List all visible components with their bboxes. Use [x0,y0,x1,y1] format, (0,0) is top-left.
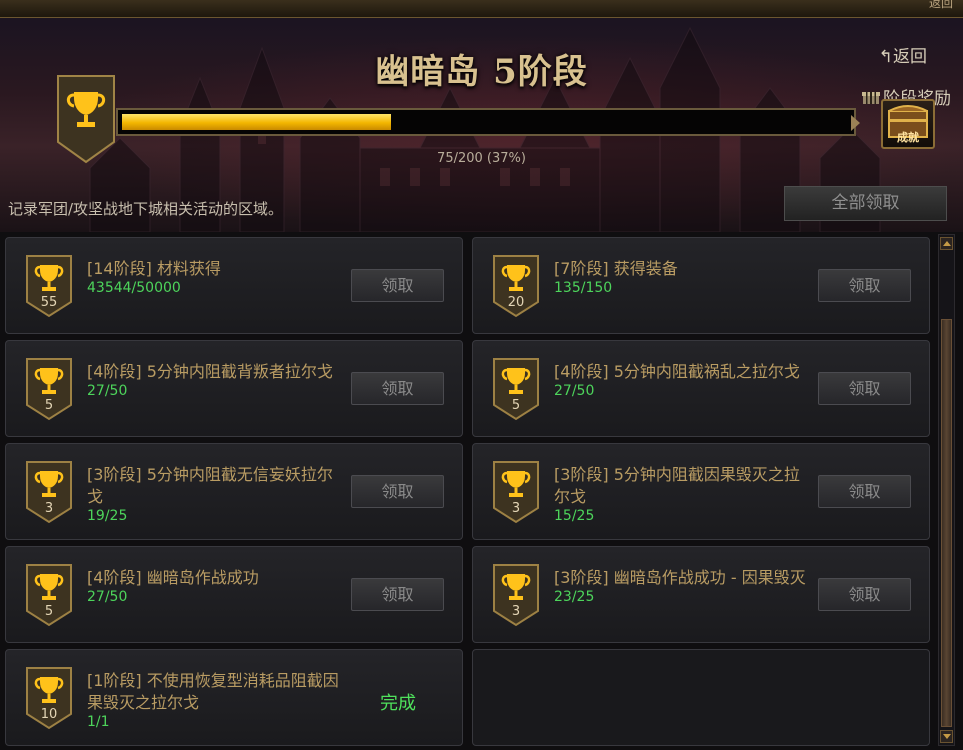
trophy-badge: 5 [492,357,540,421]
achievement-progress: 43544/50000 [87,280,181,296]
achievement-card: 55 [14阶段] 材料获得 43544/50000 领取 [5,237,463,334]
achievement-progress: 1/1 [87,714,110,730]
achievement-name: [4阶段] 幽暗岛作战成功 [87,568,259,587]
achievement-name: [4阶段] 5分钟内阻截背叛者拉尔戈 [87,362,333,381]
claim-button[interactable]: 领取 [351,475,444,508]
achievement-card: 5 [4阶段] 5分钟内阻截祸乱之拉尔戈 27/50 领取 [472,340,930,437]
achievement-card: 5 [4阶段] 5分钟内阻截背叛者拉尔戈 27/50 领取 [5,340,463,437]
area-description: 记录军团/攻坚战地下城相关活动的区域。 [8,200,284,218]
scroll-down-button[interactable] [940,730,953,743]
claim-button[interactable]: 领取 [818,372,911,405]
scroll-up-button[interactable] [940,237,953,250]
back-arrow-icon: ↰ [878,47,893,67]
achievement-list: 55 [14阶段] 材料获得 43544/50000 领取 20 [7阶段] 获得装备 13… [0,232,963,750]
back-label: 返回 [893,47,927,67]
achievement-name: [1阶段] 不使用恢复型消耗品阻截因果毁灭之拉尔戈 [87,671,339,712]
achievement-card: 3 [3阶段] 幽暗岛作战成功 - 因果毁灭 23/25 领取 [472,546,930,643]
achievement-name: [3阶段] 幽暗岛作战成功 - 因果毁灭 [554,568,806,587]
claim-button[interactable]: 领取 [818,475,911,508]
trophy-badge: 5 [25,563,73,627]
achievement-progress: 135/150 [554,280,613,296]
trophy-badge: 3 [492,460,540,524]
claim-button[interactable]: 领取 [351,372,444,405]
badge-points: 5 [511,398,521,413]
scrollbar[interactable] [938,234,955,746]
achievement-name: [3阶段] 5分钟内阻截因果毁灭之拉尔戈 [554,465,800,506]
achievement-name: [7阶段] 获得装备 [554,259,678,278]
progress-arrow-icon [851,115,860,131]
claim-all-button[interactable]: 全部领取 [784,186,947,221]
trophy-badge: 3 [25,460,73,524]
achievement-name: [4阶段] 5分钟内阻截祸乱之拉尔戈 [554,362,800,381]
claim-button[interactable]: 领取 [351,269,444,302]
achievement-progress: 19/25 [87,508,128,524]
achievement-progress: 27/50 [554,383,595,399]
badge-points: 3 [44,501,54,516]
achievement-card: 3 [3阶段] 5分钟内阻截因果毁灭之拉尔戈 15/25 领取 [472,443,930,540]
badge-points: 55 [40,295,58,310]
trophy-badge: 10 [25,666,73,730]
achievement-card: 5 [4阶段] 幽暗岛作战成功 27/50 领取 [5,546,463,643]
badge-points: 3 [511,501,521,516]
trophy-badge: 55 [25,254,73,318]
badge-points: 20 [507,295,525,310]
completed-label: 完成 [380,693,416,714]
top-strip: 返回 [0,0,963,18]
achievement-progress: 15/25 [554,508,595,524]
scroll-thumb[interactable] [941,319,952,727]
achievement-chest-icon[interactable]: 成就 [881,99,935,149]
empty-achievement-slot [472,649,930,746]
achievement-name: [14阶段] 材料获得 [87,259,221,278]
chest-label: 成就 [897,131,919,144]
trophy-badge: 5 [25,357,73,421]
achievement-name: [3阶段] 5分钟内阻截无信妄妖拉尔戈 [87,465,333,506]
back-button[interactable]: ↰返回 [879,42,927,67]
badge-points: 10 [40,707,58,722]
achievement-progress: 27/50 [87,383,128,399]
claim-button[interactable]: 领取 [351,578,444,611]
page-title: 幽暗岛 5阶段 [375,52,588,92]
achievement-progress: 27/50 [87,589,128,605]
claim-button[interactable]: 领取 [818,578,911,611]
trophy-badge: 20 [492,254,540,318]
achievement-card: 20 [7阶段] 获得装备 135/150 领取 [472,237,930,334]
achievement-card: 10 [1阶段] 不使用恢复型消耗品阻截因果毁灭之拉尔戈 1/1 完成 [5,649,463,746]
badge-points: 5 [44,398,54,413]
progress-text: 75/200 (37%) [437,151,526,166]
claim-button[interactable]: 领取 [818,269,911,302]
trophy-badge: 3 [492,563,540,627]
gift-icon [862,91,880,104]
stage-progress-bar [116,108,856,136]
stage-progress-fill [122,114,391,130]
header-banner: 幽暗岛 5阶段 ↰返回 阶段奖励 成就 75/200 (37%) 记录 [0,18,963,232]
achievement-progress: 23/25 [554,589,595,605]
badge-points: 5 [44,604,54,619]
top-corner-label: 返回 [928,0,953,10]
badge-points: 3 [511,604,521,619]
achievement-card: 3 [3阶段] 5分钟内阻截无信妄妖拉尔戈 19/25 领取 [5,443,463,540]
